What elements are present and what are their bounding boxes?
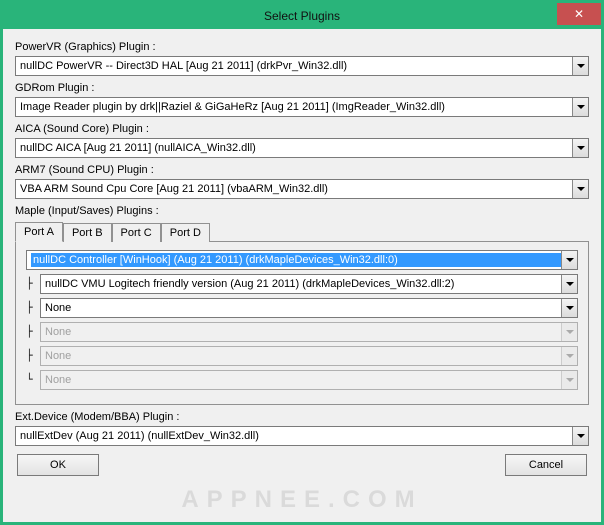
label-maple: Maple (Input/Saves) Plugins : (15, 205, 589, 217)
label-powervr: PowerVR (Graphics) Plugin : (15, 41, 589, 53)
combo-extdev[interactable]: nullExtDev (Aug 21 2011) (nullExtDev_Win… (15, 426, 589, 446)
tab-port-a[interactable]: Port A (15, 222, 63, 242)
combo-maple-sub4: None (40, 346, 578, 366)
titlebar: Select Plugins ✕ (3, 3, 601, 29)
combo-maple-sub4-text: None (45, 350, 561, 362)
chevron-down-icon[interactable] (572, 180, 588, 198)
combo-maple-root-text: nullDC Controller [WinHook] (Aug 21 2011… (31, 253, 561, 267)
window-title: Select Plugins (3, 9, 601, 23)
label-extdev: Ext.Device (Modem/BBA) Plugin : (15, 411, 589, 423)
combo-extdev-text: nullExtDev (Aug 21 2011) (nullExtDev_Win… (20, 430, 572, 442)
maple-tabs: Port A Port B Port C Port D (15, 221, 589, 241)
close-button[interactable]: ✕ (557, 3, 601, 25)
combo-maple-sub3-text: None (45, 326, 561, 338)
combo-maple-sub2[interactable]: None (40, 298, 578, 318)
chevron-down-icon (561, 371, 577, 389)
dialog-window: Select Plugins ✕ PowerVR (Graphics) Plug… (0, 0, 604, 525)
combo-gdrom[interactable]: Image Reader plugin by drk||Raziel & GiG… (15, 97, 589, 117)
chevron-down-icon (561, 323, 577, 341)
cancel-button[interactable]: Cancel (505, 454, 587, 476)
combo-aica-text: nullDC AICA [Aug 21 2011] (nullAICA_Win3… (20, 142, 572, 154)
chevron-down-icon[interactable] (572, 98, 588, 116)
ok-button[interactable]: OK (17, 454, 99, 476)
chevron-down-icon[interactable] (572, 57, 588, 75)
combo-gdrom-text: Image Reader plugin by drk||Raziel & GiG… (20, 101, 572, 113)
tree-glyph: ├ (26, 298, 40, 318)
tab-port-d[interactable]: Port D (161, 223, 210, 242)
combo-arm7[interactable]: VBA ARM Sound Cpu Core [Aug 21 2011] (vb… (15, 179, 589, 199)
combo-powervr-text: nullDC PowerVR -- Direct3D HAL [Aug 21 2… (20, 60, 572, 72)
close-icon: ✕ (574, 7, 584, 21)
watermark: APPNEE.COM (181, 486, 422, 514)
combo-maple-sub2-text: None (45, 302, 561, 314)
maple-root-row: nullDC Controller [WinHook] (Aug 21 2011… (26, 250, 578, 270)
tree-glyph: ├ (26, 322, 40, 342)
tree-glyph: ├ (26, 274, 40, 294)
chevron-down-icon[interactable] (572, 139, 588, 157)
chevron-down-icon[interactable] (561, 275, 577, 293)
label-gdrom: GDRom Plugin : (15, 82, 589, 94)
tab-port-b[interactable]: Port B (63, 223, 112, 242)
combo-maple-sub3: None (40, 322, 578, 342)
maple-tabpanel: nullDC Controller [WinHook] (Aug 21 2011… (15, 241, 589, 405)
button-row: OK Cancel (15, 454, 589, 476)
combo-maple-sub5-text: None (45, 374, 561, 386)
tab-port-c[interactable]: Port C (112, 223, 161, 242)
maple-sub-row-3: ├ None (26, 322, 578, 342)
tree-glyph: ├ (26, 346, 40, 366)
chevron-down-icon[interactable] (561, 299, 577, 317)
combo-powervr[interactable]: nullDC PowerVR -- Direct3D HAL [Aug 21 2… (15, 56, 589, 76)
combo-maple-sub1-text: nullDC VMU Logitech friendly version (Au… (45, 278, 561, 290)
chevron-down-icon[interactable] (572, 427, 588, 445)
tree-glyph: └ (26, 370, 40, 390)
label-aica: AICA (Sound Core) Plugin : (15, 123, 589, 135)
maple-sub-row-5: └ None (26, 370, 578, 390)
maple-sub-row-4: ├ None (26, 346, 578, 366)
maple-sub-row-2: ├ None (26, 298, 578, 318)
combo-maple-root[interactable]: nullDC Controller [WinHook] (Aug 21 2011… (26, 250, 578, 270)
dialog-body: PowerVR (Graphics) Plugin : nullDC Power… (3, 29, 601, 522)
combo-maple-sub5: None (40, 370, 578, 390)
combo-maple-sub1[interactable]: nullDC VMU Logitech friendly version (Au… (40, 274, 578, 294)
combo-aica[interactable]: nullDC AICA [Aug 21 2011] (nullAICA_Win3… (15, 138, 589, 158)
chevron-down-icon (561, 347, 577, 365)
chevron-down-icon[interactable] (561, 251, 577, 269)
maple-sub-row-1: ├ nullDC VMU Logitech friendly version (… (26, 274, 578, 294)
label-arm7: ARM7 (Sound CPU) Plugin : (15, 164, 589, 176)
combo-arm7-text: VBA ARM Sound Cpu Core [Aug 21 2011] (vb… (20, 183, 572, 195)
